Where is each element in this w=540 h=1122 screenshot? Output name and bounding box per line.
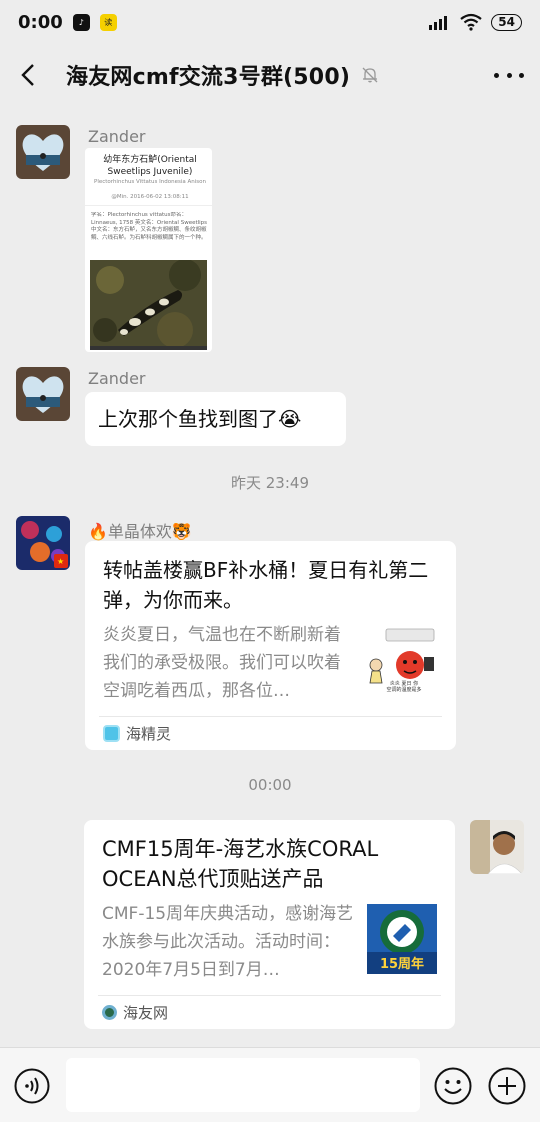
wifi-icon: [460, 13, 482, 31]
avatar-self[interactable]: [470, 820, 524, 874]
timestamp: 00:00: [248, 776, 292, 794]
timestamp: 昨天 23:49: [231, 474, 309, 492]
chat-header: 海友网cmf交流3号群(500): [0, 44, 540, 106]
image-card-title: 幼年东方石鲈(Oriental Sweetlips Juvenile): [103, 155, 197, 177]
status-bar: 0:00 ♪ 读 54: [0, 0, 540, 44]
thumbnail-caption: 炎炎 夏日 你 空调的温度是多: [386, 681, 422, 693]
app-logo-icon: [103, 725, 120, 742]
svg-text:★: ★: [57, 557, 64, 566]
image-card-message[interactable]: 幼年东方石鲈(Oriental Sweetlips Juvenile) Plec…: [85, 148, 212, 352]
status-time: 0:00: [18, 11, 63, 33]
link-title: 转帖盖楼赢BF补水桶！夏日有礼第二弹，为你而来。: [103, 558, 429, 612]
sender-name: Zander: [88, 127, 146, 146]
message-input[interactable]: [66, 1058, 420, 1112]
voice-input-icon[interactable]: [14, 1068, 50, 1104]
fish-photo: [90, 260, 207, 346]
signal-icon: [429, 16, 448, 30]
back-arrow-icon[interactable]: [16, 61, 44, 89]
source-name: 海友网: [123, 1004, 169, 1022]
image-card-body: 学名：Plectorhinchus vittatus命名：Linnaeus, 1…: [91, 212, 208, 241]
tiktok-icon: ♪: [72, 13, 90, 31]
site-logo-icon: [102, 1005, 117, 1020]
avatar-zander[interactable]: [16, 367, 70, 421]
chat-title: 海友网cmf交流3号群(500): [66, 65, 351, 90]
link-thumbnail: 15周年: [367, 904, 437, 974]
link-source: 海精灵: [103, 723, 171, 744]
image-card-meta: @Min. 2016-06-02 13:08:11: [111, 194, 189, 200]
message-text: 上次那个鱼找到图了😭: [98, 407, 302, 431]
sender-name: Zander: [88, 369, 146, 388]
mute-bell-icon: [362, 67, 378, 83]
card-divider: [98, 995, 441, 996]
link-source: 海友网: [102, 1002, 168, 1023]
reader-app-icon: 读: [99, 13, 117, 31]
shared-link-card[interactable]: CMF15周年-海艺水族CORAL OCEAN总代顶贴送产品 CMF-15周年庆…: [84, 820, 455, 1029]
plus-icon[interactable]: [488, 1067, 526, 1105]
avatar-user[interactable]: ★: [16, 516, 70, 570]
link-description: 炎炎夏日，气温也在不断刷新着我们的承受极限。我们可以吹着空调吃着西瓜，那各位…: [103, 625, 341, 701]
more-options-button[interactable]: [494, 60, 524, 90]
emoji-icon[interactable]: [434, 1067, 472, 1105]
image-card-subtitle: Plectorhinchus Vittatus Indonesia Anison: [94, 179, 206, 185]
link-title: CMF15周年-海艺水族CORAL OCEAN总代顶贴送产品: [102, 837, 379, 891]
text-message-bubble[interactable]: 上次那个鱼找到图了😭: [85, 392, 346, 446]
sender-name: 🔥单晶体欢🐯: [88, 522, 192, 541]
source-name: 海精灵: [126, 725, 172, 743]
shared-link-card[interactable]: 转帖盖楼赢BF补水桶！夏日有礼第二弹，为你而来。 炎炎夏日，气温也在不断刷新着我…: [85, 541, 456, 750]
avatar-zander[interactable]: [16, 125, 70, 179]
link-description: CMF-15周年庆典活动，感谢海艺水族参与此次活动。活动时间：2020年7月5日…: [102, 904, 354, 980]
card-divider: [99, 716, 442, 717]
chat-input-bar: [0, 1047, 540, 1122]
battery-indicator: 54: [491, 13, 522, 31]
thumbnail-caption: 15周年: [379, 957, 425, 972]
link-thumbnail: 炎炎 夏日 你 空调的温度是多: [368, 625, 438, 695]
